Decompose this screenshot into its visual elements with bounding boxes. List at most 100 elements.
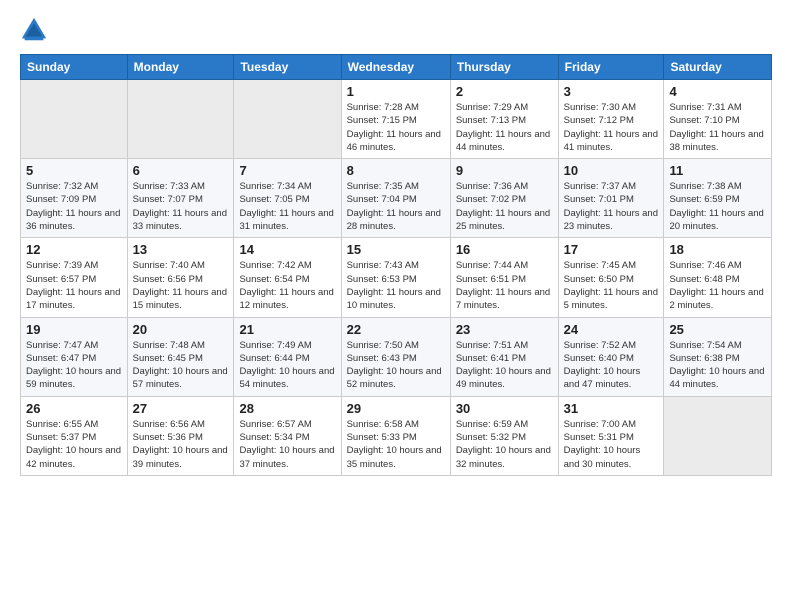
day-info: Sunrise: 7:44 AMSunset: 6:51 PMDaylight:… [456,259,553,312]
day-number: 3 [564,84,659,99]
calendar-cell: 5 Sunrise: 7:32 AMSunset: 7:09 PMDaylight… [21,159,128,238]
calendar-cell: 25 Sunrise: 7:54 AMSunset: 6:38 PMDayligh… [664,317,772,396]
day-number: 10 [564,163,659,178]
day-number: 2 [456,84,553,99]
day-info: Sunrise: 7:40 AMSunset: 6:56 PMDaylight:… [133,259,229,312]
column-header-wednesday: Wednesday [341,55,450,80]
day-info: Sunrise: 7:31 AMSunset: 7:10 PMDaylight:… [669,101,766,154]
calendar-cell: 13 Sunrise: 7:40 AMSunset: 6:56 PMDayligh… [127,238,234,317]
calendar-week-2: 5 Sunrise: 7:32 AMSunset: 7:09 PMDaylight… [21,159,772,238]
day-info: Sunrise: 7:35 AMSunset: 7:04 PMDaylight:… [347,180,445,233]
day-info: Sunrise: 7:33 AMSunset: 7:07 PMDaylight:… [133,180,229,233]
day-number: 27 [133,401,229,416]
day-info: Sunrise: 7:29 AMSunset: 7:13 PMDaylight:… [456,101,553,154]
day-info: Sunrise: 7:34 AMSunset: 7:05 PMDaylight:… [239,180,335,233]
day-info: Sunrise: 7:28 AMSunset: 7:15 PMDaylight:… [347,101,445,154]
day-number: 16 [456,242,553,257]
day-number: 21 [239,322,335,337]
calendar-cell: 9Sunrise: 7:36 AMSunset: 7:02 PMDaylight… [450,159,558,238]
day-info: Sunrise: 7:00 AMSunset: 5:31 PMDaylight:… [564,418,659,471]
day-info: Sunrise: 7:38 AMSunset: 6:59 PMDaylight:… [669,180,766,233]
column-header-saturday: Saturday [664,55,772,80]
calendar-cell [234,80,341,159]
day-info: Sunrise: 6:57 AMSunset: 5:34 PMDaylight:… [239,418,335,471]
day-number: 18 [669,242,766,257]
calendar-cell: 8 Sunrise: 7:35 AMSunset: 7:04 PMDaylight… [341,159,450,238]
day-number: 13 [133,242,229,257]
day-number: 19 [26,322,122,337]
calendar-cell: 24Sunrise: 7:52 AMSunset: 6:40 PMDayligh… [558,317,664,396]
day-info: Sunrise: 6:59 AMSunset: 5:32 PMDaylight:… [456,418,553,471]
day-info: Sunrise: 6:55 AMSunset: 5:37 PMDaylight:… [26,418,122,471]
calendar-cell: 15 Sunrise: 7:43 AMSunset: 6:53 PMDayligh… [341,238,450,317]
day-number: 26 [26,401,122,416]
calendar-cell: 16 Sunrise: 7:44 AMSunset: 6:51 PMDayligh… [450,238,558,317]
calendar-cell: 7Sunrise: 7:34 AMSunset: 7:05 PMDaylight… [234,159,341,238]
day-number: 5 [26,163,122,178]
day-info: Sunrise: 7:52 AMSunset: 6:40 PMDaylight:… [564,339,659,392]
day-info: Sunrise: 6:58 AMSunset: 5:33 PMDaylight:… [347,418,445,471]
calendar-cell: 11 Sunrise: 7:38 AMSunset: 6:59 PMDayligh… [664,159,772,238]
day-info: Sunrise: 7:47 AMSunset: 6:47 PMDaylight:… [26,339,122,392]
calendar-cell: 29 Sunrise: 6:58 AMSunset: 5:33 PMDayligh… [341,396,450,475]
day-number: 30 [456,401,553,416]
calendar-cell: 23Sunrise: 7:51 AMSunset: 6:41 PMDayligh… [450,317,558,396]
calendar-cell: 18 Sunrise: 7:46 AMSunset: 6:48 PMDayligh… [664,238,772,317]
day-info: Sunrise: 7:50 AMSunset: 6:43 PMDaylight:… [347,339,445,392]
day-info: Sunrise: 7:43 AMSunset: 6:53 PMDaylight:… [347,259,445,312]
column-header-tuesday: Tuesday [234,55,341,80]
day-number: 17 [564,242,659,257]
calendar-cell: 12 Sunrise: 7:39 AMSunset: 6:57 PMDayligh… [21,238,128,317]
calendar-week-4: 19 Sunrise: 7:47 AMSunset: 6:47 PMDayligh… [21,317,772,396]
day-number: 9 [456,163,553,178]
calendar-cell: 2 Sunrise: 7:29 AMSunset: 7:13 PMDaylight… [450,80,558,159]
day-number: 6 [133,163,229,178]
day-number: 20 [133,322,229,337]
calendar-cell: 14Sunrise: 7:42 AMSunset: 6:54 PMDayligh… [234,238,341,317]
calendar-cell: 21Sunrise: 7:49 AMSunset: 6:44 PMDayligh… [234,317,341,396]
day-info: Sunrise: 7:37 AMSunset: 7:01 PMDaylight:… [564,180,659,233]
page: SundayMondayTuesdayWednesdayThursdayFrid… [0,0,792,612]
calendar-cell: 31 Sunrise: 7:00 AMSunset: 5:31 PMDayligh… [558,396,664,475]
day-number: 31 [564,401,659,416]
logo-icon [20,16,48,44]
day-number: 8 [347,163,445,178]
day-info: Sunrise: 7:32 AMSunset: 7:09 PMDaylight:… [26,180,122,233]
day-info: Sunrise: 7:45 AMSunset: 6:50 PMDaylight:… [564,259,659,312]
day-number: 4 [669,84,766,99]
day-info: Sunrise: 7:42 AMSunset: 6:54 PMDaylight:… [239,259,335,312]
calendar-header-row: SundayMondayTuesdayWednesdayThursdayFrid… [21,55,772,80]
day-number: 25 [669,322,766,337]
day-number: 1 [347,84,445,99]
day-info: Sunrise: 7:39 AMSunset: 6:57 PMDaylight:… [26,259,122,312]
column-header-sunday: Sunday [21,55,128,80]
calendar-week-5: 26 Sunrise: 6:55 AMSunset: 5:37 PMDayligh… [21,396,772,475]
day-number: 11 [669,163,766,178]
day-info: Sunrise: 7:46 AMSunset: 6:48 PMDaylight:… [669,259,766,312]
calendar-cell: 27 Sunrise: 6:56 AMSunset: 5:36 PMDayligh… [127,396,234,475]
day-number: 29 [347,401,445,416]
calendar-cell: 6 Sunrise: 7:33 AMSunset: 7:07 PMDaylight… [127,159,234,238]
calendar-cell: 28 Sunrise: 6:57 AMSunset: 5:34 PMDayligh… [234,396,341,475]
calendar-cell: 10 Sunrise: 7:37 AMSunset: 7:01 PMDayligh… [558,159,664,238]
day-number: 28 [239,401,335,416]
column-header-friday: Friday [558,55,664,80]
header [20,16,772,44]
calendar-cell: 17 Sunrise: 7:45 AMSunset: 6:50 PMDayligh… [558,238,664,317]
calendar-cell: 26 Sunrise: 6:55 AMSunset: 5:37 PMDayligh… [21,396,128,475]
day-info: Sunrise: 7:30 AMSunset: 7:12 PMDaylight:… [564,101,659,154]
calendar: SundayMondayTuesdayWednesdayThursdayFrid… [20,54,772,476]
day-number: 15 [347,242,445,257]
calendar-cell: 3 Sunrise: 7:30 AMSunset: 7:12 PMDaylight… [558,80,664,159]
calendar-week-1: 1 Sunrise: 7:28 AMSunset: 7:15 PMDaylight… [21,80,772,159]
calendar-cell: 4 Sunrise: 7:31 AMSunset: 7:10 PMDaylight… [664,80,772,159]
logo [20,16,52,44]
calendar-cell [127,80,234,159]
calendar-week-3: 12 Sunrise: 7:39 AMSunset: 6:57 PMDayligh… [21,238,772,317]
day-info: Sunrise: 6:56 AMSunset: 5:36 PMDaylight:… [133,418,229,471]
calendar-cell: 20Sunrise: 7:48 AMSunset: 6:45 PMDayligh… [127,317,234,396]
day-info: Sunrise: 7:54 AMSunset: 6:38 PMDaylight:… [669,339,766,392]
day-number: 12 [26,242,122,257]
column-header-thursday: Thursday [450,55,558,80]
calendar-cell [21,80,128,159]
